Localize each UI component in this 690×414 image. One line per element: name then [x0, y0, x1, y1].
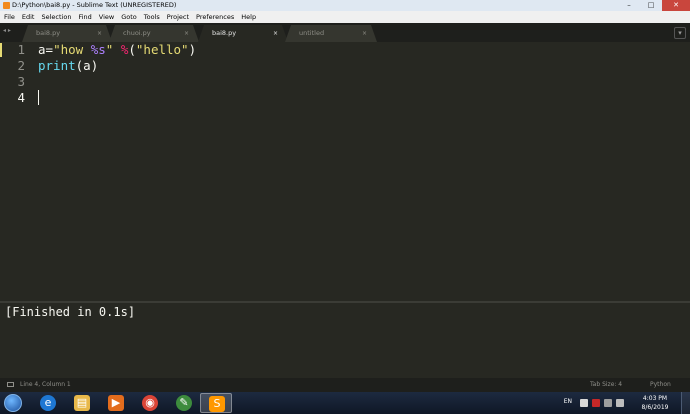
menu-bar: File Edit Selection Find View Goto Tools…	[0, 11, 690, 23]
sublime-app-icon	[3, 2, 10, 9]
menu-find[interactable]: Find	[78, 11, 91, 23]
code-token: )	[188, 42, 197, 57]
internet-explorer-icon: e	[40, 395, 56, 411]
tab-dropdown-icon[interactable]: ▾	[674, 27, 686, 39]
menu-selection[interactable]: Selection	[41, 11, 71, 23]
menu-goto[interactable]: Goto	[121, 11, 137, 23]
window-title: D:\Python\bai8.py - Sublime Text (UNREGI…	[12, 1, 177, 9]
tab-bai8-active[interactable]: bai8.py ×	[198, 25, 288, 42]
menu-view[interactable]: View	[99, 11, 114, 23]
tab-bai8-inactive[interactable]: bai8.py ×	[22, 25, 112, 42]
line-number: 1	[17, 42, 25, 57]
panel-toggle-icon[interactable]	[7, 382, 14, 387]
tab-close-icon[interactable]: ×	[273, 25, 278, 42]
taskbar-file-explorer[interactable]: ▤	[66, 393, 98, 413]
code-line-1: a="how %s" %("hello")	[38, 42, 196, 58]
windows-taskbar: e ▤ ▶ ◉ ✎ S EN 4:03 PM 8/6/2019	[0, 392, 690, 414]
tab-close-icon[interactable]: ×	[184, 25, 189, 42]
build-output-text: [Finished in 0.1s]	[5, 305, 136, 319]
status-bar: Line 4, Column 1 Tab Size: 4 Python	[0, 378, 690, 392]
menu-help[interactable]: Help	[241, 11, 256, 23]
code-token-string: "hello"	[135, 42, 189, 57]
start-button[interactable]	[4, 394, 22, 412]
line-gutter: 1 2 3 4	[0, 42, 30, 301]
line-number: 2	[17, 58, 25, 73]
tab-untitled[interactable]: untitled ×	[285, 25, 377, 42]
modified-line-marker	[0, 43, 2, 57]
menu-edit[interactable]: Edit	[22, 11, 35, 23]
taskbar-internet-explorer[interactable]: e	[32, 393, 64, 413]
line-number-current: 4	[17, 90, 25, 105]
media-player-icon: ▶	[108, 395, 124, 411]
tab-chuoi[interactable]: chuoi.py ×	[109, 25, 199, 42]
menu-preferences[interactable]: Preferences	[196, 11, 234, 23]
system-tray: EN 4:03 PM 8/6/2019	[550, 392, 690, 414]
code-token-string: "how	[53, 42, 91, 57]
menu-file[interactable]: File	[4, 11, 15, 23]
tab-size-indicator[interactable]: Tab Size: 4	[590, 378, 622, 392]
code-editor[interactable]: 1 2 3 4 a="how %s" %("hello") print(a)	[0, 42, 690, 301]
taskbar-media-player[interactable]: ▶	[100, 393, 132, 413]
network-icon[interactable]	[604, 399, 612, 407]
window-controls: – □ ✕	[618, 0, 690, 11]
menu-tools[interactable]: Tools	[144, 11, 160, 23]
tab-label: chuoi.py	[123, 29, 151, 37]
code-token-string: "	[105, 42, 121, 57]
clock-date[interactable]: 8/6/2019	[638, 404, 672, 411]
code-line-2: print(a)	[38, 58, 98, 74]
tab-label: bai8.py	[36, 29, 61, 37]
line-number: 3	[17, 74, 25, 89]
tab-bar: ◂ ▸ bai8.py × chuoi.py × bai8.py × untit…	[0, 23, 690, 42]
volume-icon[interactable]	[616, 399, 624, 407]
clock-time[interactable]: 4:03 PM	[638, 395, 672, 402]
window-titlebar: D:\Python\bai8.py - Sublime Text (UNREGI…	[0, 0, 690, 11]
flag-icon[interactable]	[580, 399, 588, 407]
build-output-panel[interactable]: [Finished in 0.1s]	[0, 303, 690, 378]
syntax-indicator[interactable]: Python	[650, 378, 671, 392]
maximize-button[interactable]: □	[640, 0, 662, 11]
chrome-icon: ◉	[142, 395, 158, 411]
green-app-icon: ✎	[176, 395, 192, 411]
menu-project[interactable]: Project	[167, 11, 189, 23]
code-token-format: %s	[90, 42, 106, 57]
code-token: (a)	[75, 58, 99, 73]
language-indicator[interactable]: EN	[564, 398, 572, 405]
tab-label: bai8.py	[212, 29, 237, 37]
tab-close-icon[interactable]: ×	[97, 25, 102, 42]
text-cursor	[38, 90, 39, 105]
taskbar-green-app[interactable]: ✎	[168, 393, 200, 413]
antivirus-icon[interactable]	[592, 399, 600, 407]
tab-label: untitled	[299, 29, 325, 37]
code-token: a=	[38, 42, 54, 57]
code-token-function: print	[38, 58, 76, 73]
folder-icon: ▤	[74, 395, 90, 411]
sublime-text-icon: S	[209, 396, 225, 412]
minimize-button[interactable]: –	[618, 0, 640, 11]
cursor-position: Line 4, Column 1	[20, 381, 71, 388]
show-desktop-button[interactable]	[681, 392, 690, 414]
tab-close-icon[interactable]: ×	[362, 25, 367, 42]
code-token: (	[128, 42, 136, 57]
tab-nav-arrows-icon[interactable]: ◂ ▸	[3, 27, 11, 34]
close-button[interactable]: ✕	[662, 0, 690, 11]
taskbar-sublime-text[interactable]: S	[200, 393, 232, 413]
taskbar-chrome[interactable]: ◉	[134, 393, 166, 413]
